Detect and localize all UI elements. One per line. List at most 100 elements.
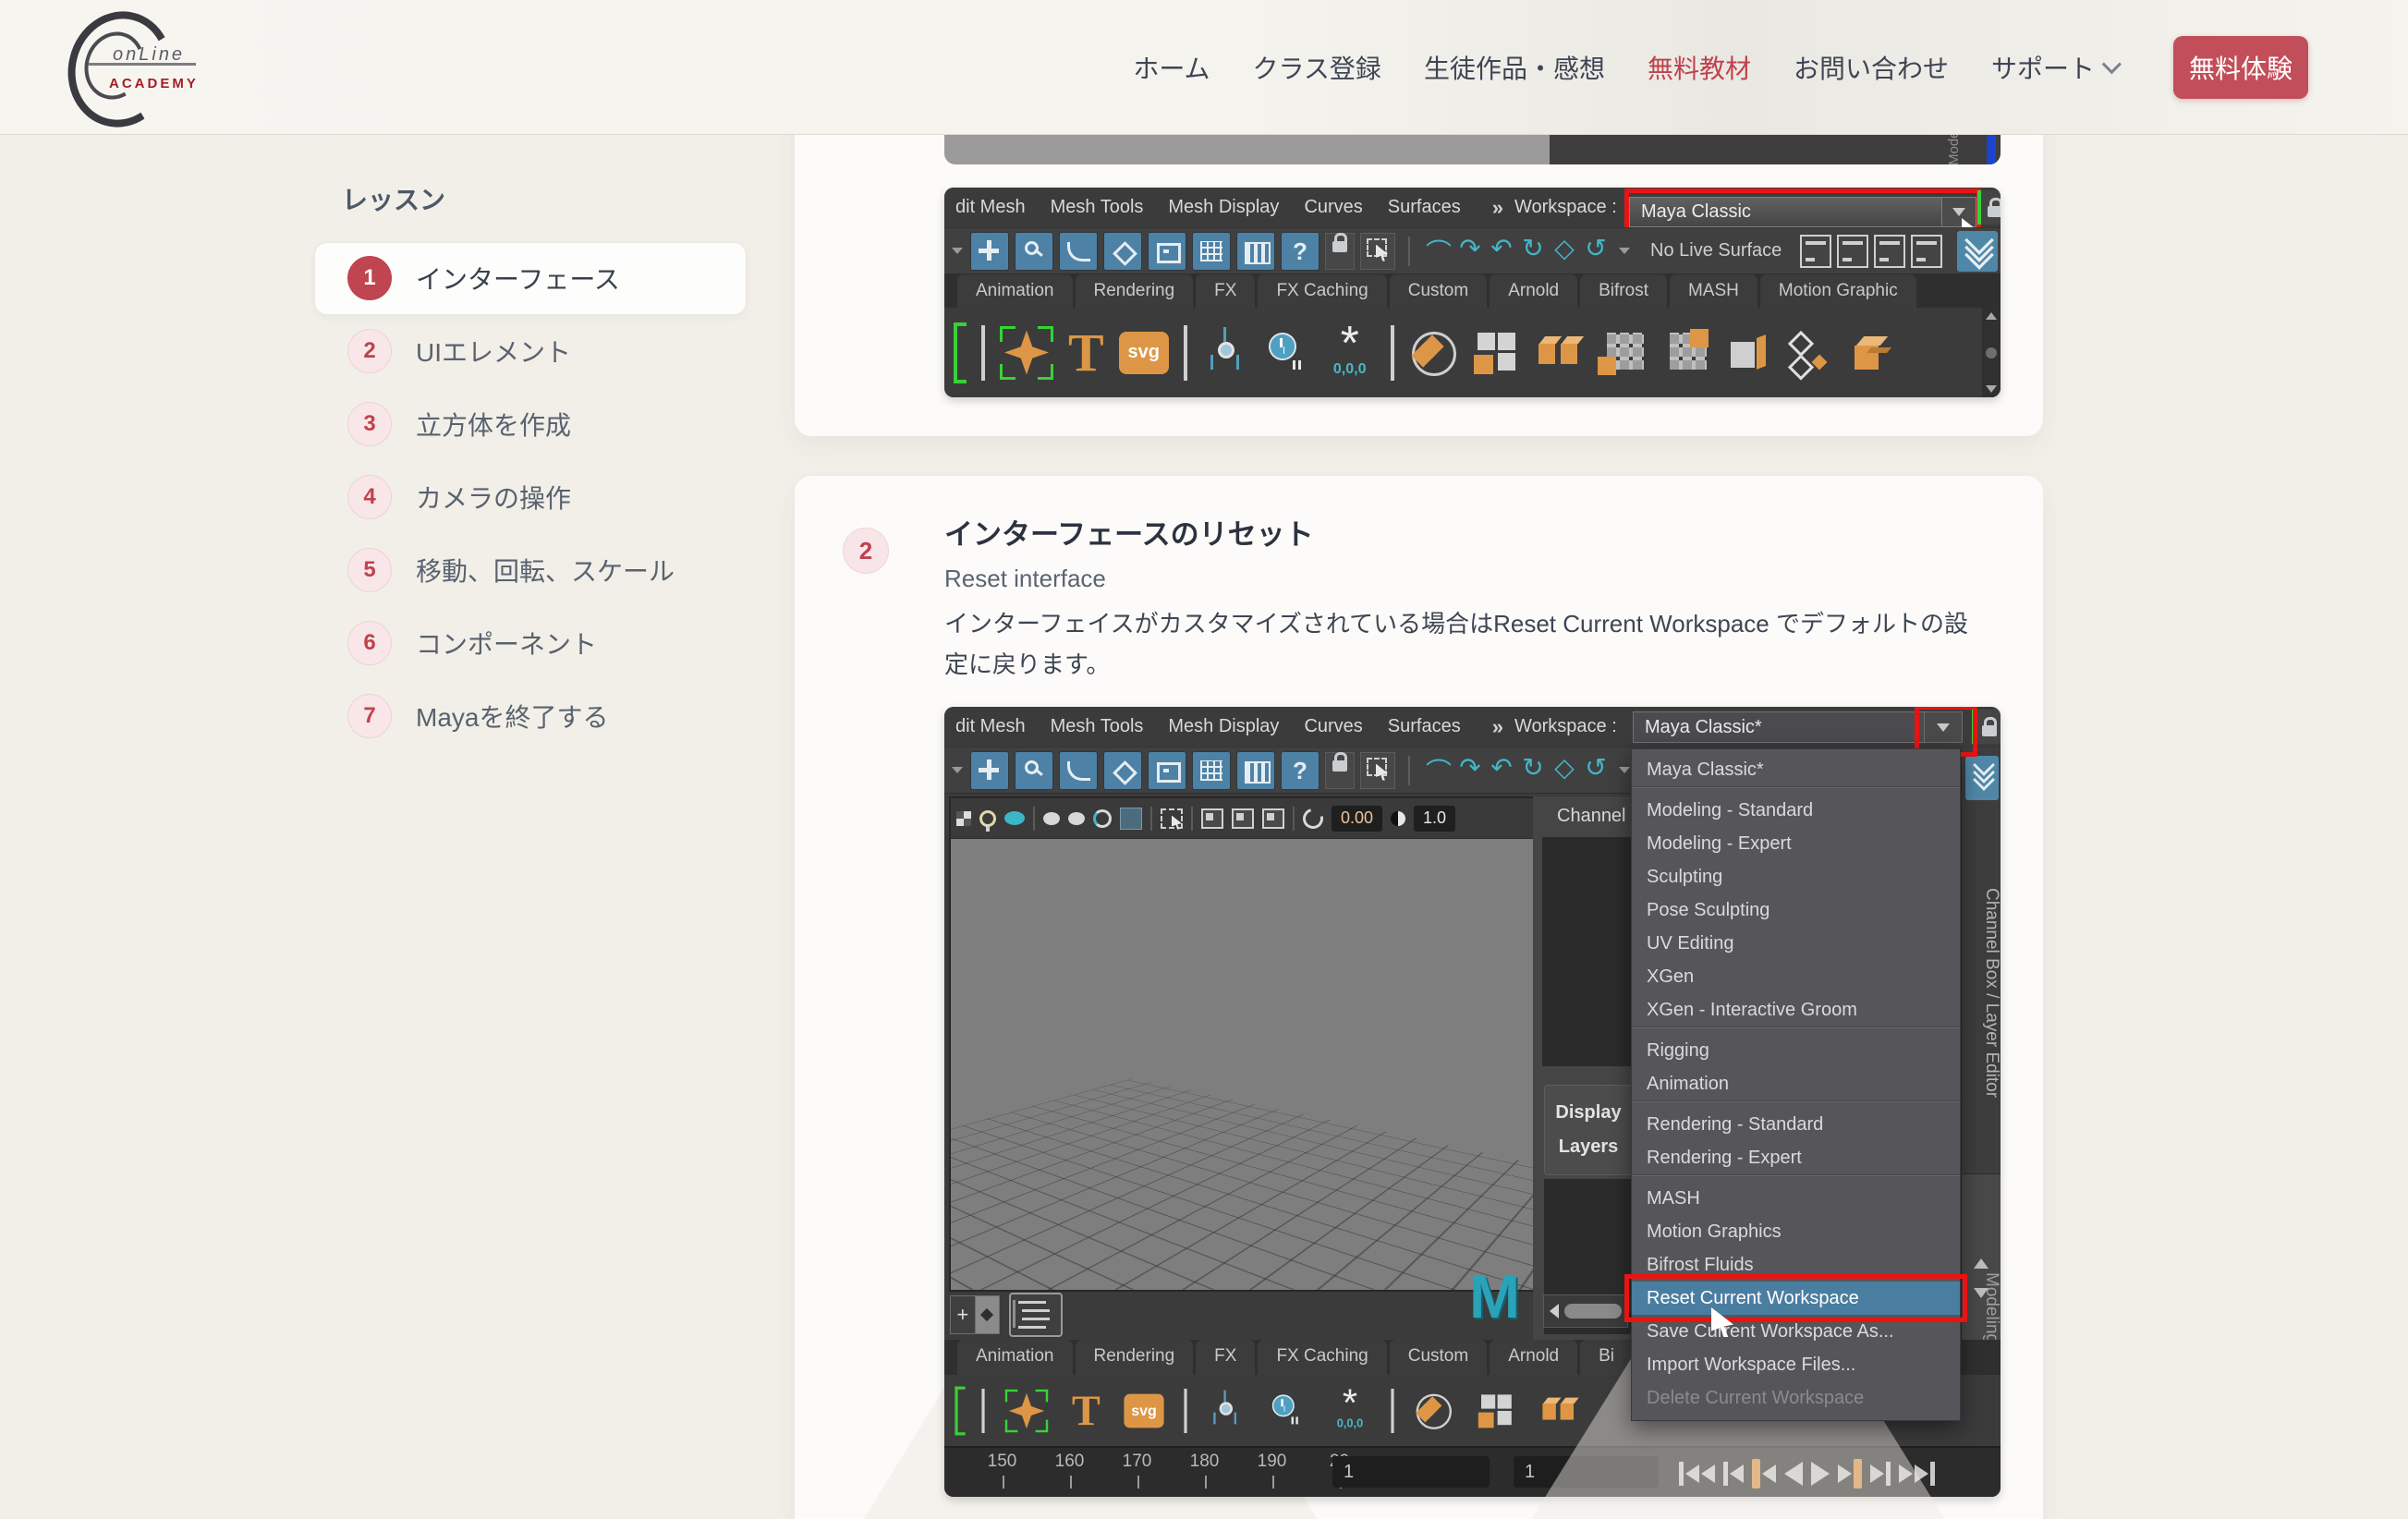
sidebar-lesson-item[interactable]: 7 Mayaを終了する xyxy=(314,679,758,752)
poly-grid-tool-icon[interactable] xyxy=(1598,329,1646,377)
scale-tool-button[interactable] xyxy=(1148,751,1186,790)
snap-icon[interactable]: ◇ xyxy=(1549,233,1580,270)
snap-icon[interactable]: ↶ xyxy=(1486,752,1517,789)
snap-icon[interactable]: ↷ xyxy=(1454,233,1486,270)
character-controls-icon[interactable] xyxy=(1837,235,1868,268)
sidebar-lesson-item[interactable]: 5 移動、回転、スケール xyxy=(314,533,758,606)
scroll-up-icon[interactable] xyxy=(1974,1258,1988,1269)
text-tool-icon[interactable]: T xyxy=(1072,1389,1101,1431)
wireframe-icon[interactable] xyxy=(1093,809,1112,828)
current-frame-field[interactable]: 1 xyxy=(1514,1456,1659,1488)
poly-cube-pair-tool-icon[interactable] xyxy=(1535,329,1583,377)
workspace-menu-item[interactable]: Maya Classic* xyxy=(1632,753,1960,787)
snap-icon[interactable]: ↺ xyxy=(1580,752,1611,789)
gamma-icon[interactable] xyxy=(1391,811,1405,826)
workspace-menu-item[interactable]: UV Editing xyxy=(1632,927,1960,960)
snap-icon[interactable]: ↷ xyxy=(1454,752,1486,789)
workspace-menu-item[interactable]: MASH xyxy=(1632,1182,1960,1215)
workspace-dropdown-arrow[interactable] xyxy=(1942,197,1976,227)
origin-snap-icon[interactable]: * 0,0,0 xyxy=(1329,1391,1370,1430)
shelf-tab[interactable]: FX Caching xyxy=(1258,274,1386,308)
workspace-menu-item[interactable]: Modeling - Expert xyxy=(1632,827,1960,860)
scroll-thumb[interactable] xyxy=(1986,347,1997,358)
snap-icon[interactable]: ↻ xyxy=(1517,752,1549,789)
highlight-selection-button[interactable] xyxy=(1360,233,1395,270)
menu-item[interactable]: Curves xyxy=(1304,197,1362,218)
time-tick[interactable]: 190 xyxy=(1238,1452,1306,1472)
poly-cube-pair-tool-icon[interactable] xyxy=(1539,1391,1578,1430)
shelf-tab[interactable]: Animation xyxy=(957,274,1073,308)
poly-diamond-tool-icon[interactable] xyxy=(1786,329,1834,377)
step-forward-key-button[interactable] xyxy=(1838,1459,1862,1489)
workspace-menu-item[interactable]: XGen xyxy=(1632,960,1960,993)
workspace-menu-item[interactable]: Rendering - Standard xyxy=(1632,1108,1960,1141)
menu-item[interactable]: Mesh Tools xyxy=(1051,716,1144,737)
poly-grid-alt-tool-icon[interactable] xyxy=(1660,329,1709,377)
menu-item[interactable]: dit Mesh xyxy=(955,716,1026,737)
mesh-tool-button[interactable] xyxy=(1192,232,1231,271)
shelf-tab[interactable]: FX xyxy=(1196,1340,1255,1375)
snap-icon[interactable]: ↻ xyxy=(1517,233,1549,270)
selected-display-mode[interactable] xyxy=(1120,808,1142,830)
exposure-icon[interactable] xyxy=(1299,804,1327,832)
workspace-menu-item[interactable]: Modeling - Standard xyxy=(1632,794,1960,827)
shelf-tab[interactable]: FX xyxy=(1196,274,1255,308)
menu-item[interactable]: Surfaces xyxy=(1388,716,1461,737)
nav-item[interactable]: サポート xyxy=(1991,49,2116,86)
measure-tool-icon[interactable] xyxy=(1202,327,1248,379)
split-view-button[interactable]: + xyxy=(950,1295,1000,1334)
snap-icon[interactable]: ⌒ xyxy=(1423,233,1454,270)
smooth-shade-icon[interactable] xyxy=(1043,812,1060,825)
shelf-tab[interactable]: Animation xyxy=(957,1340,1073,1375)
isolate-select-icon[interactable] xyxy=(1161,808,1183,829)
shelf-tab[interactable]: FX Caching xyxy=(1258,1340,1386,1375)
step-back-key-button[interactable] xyxy=(1752,1459,1776,1489)
scroll-left-icon[interactable] xyxy=(1550,1304,1559,1318)
workspace-menu-item[interactable]: Pose Sculpting xyxy=(1632,893,1960,927)
panel-tab[interactable]: Layers xyxy=(1559,1136,1619,1158)
render-tool-button[interactable] xyxy=(1236,751,1275,790)
step-back-frame-button[interactable] xyxy=(1723,1462,1744,1486)
time-tick[interactable]: 160 xyxy=(1036,1452,1103,1472)
scroll-down-icon[interactable] xyxy=(1974,1288,1988,1298)
camera-view-icon[interactable] xyxy=(1201,808,1223,829)
poly-sphere-tool-icon[interactable] xyxy=(1409,329,1457,377)
workspace-menu-item[interactable]: Sculpting xyxy=(1632,860,1960,893)
shelf-tab[interactable]: Arnold xyxy=(1490,274,1577,308)
lasso-tool-button[interactable] xyxy=(1015,751,1053,790)
render-tool-button[interactable] xyxy=(1236,232,1275,271)
workspace-menu-item[interactable]: Rendering - Expert xyxy=(1632,1141,1960,1175)
curves-star-tool-icon[interactable] xyxy=(1000,326,1053,380)
construction-history-icon[interactable] xyxy=(1800,235,1831,268)
select-tool-button[interactable] xyxy=(970,232,1009,271)
play-button[interactable] xyxy=(1811,1462,1830,1486)
shelf-tab[interactable]: Bi xyxy=(1580,1340,1633,1375)
select-tool-button[interactable] xyxy=(970,751,1009,790)
snap-icon[interactable]: ⌒ xyxy=(1423,752,1454,789)
shelf-tab[interactable]: Motion Graphic xyxy=(1760,274,1916,308)
text-tool-icon[interactable]: T xyxy=(1068,326,1104,380)
maya-viewport[interactable]: 0.00 1.0 xyxy=(949,796,1535,1292)
snap-icon[interactable]: ◇ xyxy=(1549,752,1580,789)
workspace-menu-item[interactable]: Import Workspace Files... xyxy=(1632,1348,1960,1381)
live-surface-field[interactable]: No Live Surface xyxy=(1650,240,1782,261)
help-tool-button[interactable] xyxy=(1281,232,1320,271)
editor-layout-icon[interactable] xyxy=(1874,235,1905,268)
move-tool-button[interactable] xyxy=(1103,232,1142,271)
nav-item[interactable]: 生徒作品・感想 xyxy=(1424,49,1605,86)
paint-select-button[interactable] xyxy=(1059,751,1098,790)
texture-toggle-icon[interactable] xyxy=(956,811,971,826)
svg-tool-icon[interactable]: svg xyxy=(1124,1393,1163,1428)
menu-item[interactable]: Mesh Display xyxy=(1168,716,1279,737)
workspace-lock-button[interactable] xyxy=(1977,190,2001,225)
workspace-menu-item[interactable]: Rigging xyxy=(1632,1034,1960,1067)
origin-snap-icon[interactable]: * 0,0,0 xyxy=(1324,328,1376,378)
shelf-tab[interactable]: Rendering xyxy=(1076,274,1194,308)
menu-item[interactable]: Curves xyxy=(1304,716,1362,737)
scroll-thumb[interactable] xyxy=(1564,1304,1622,1318)
snapshot-icon[interactable] xyxy=(1262,808,1284,829)
menu-item[interactable]: dit Mesh xyxy=(955,197,1026,218)
workspace-menu-item[interactable]: Bifrost Fluids xyxy=(1632,1248,1960,1282)
sidebar-lesson-item[interactable]: 2 UIエレメント xyxy=(314,314,758,387)
workspace-dropdown-arrow[interactable] xyxy=(1924,711,1963,743)
